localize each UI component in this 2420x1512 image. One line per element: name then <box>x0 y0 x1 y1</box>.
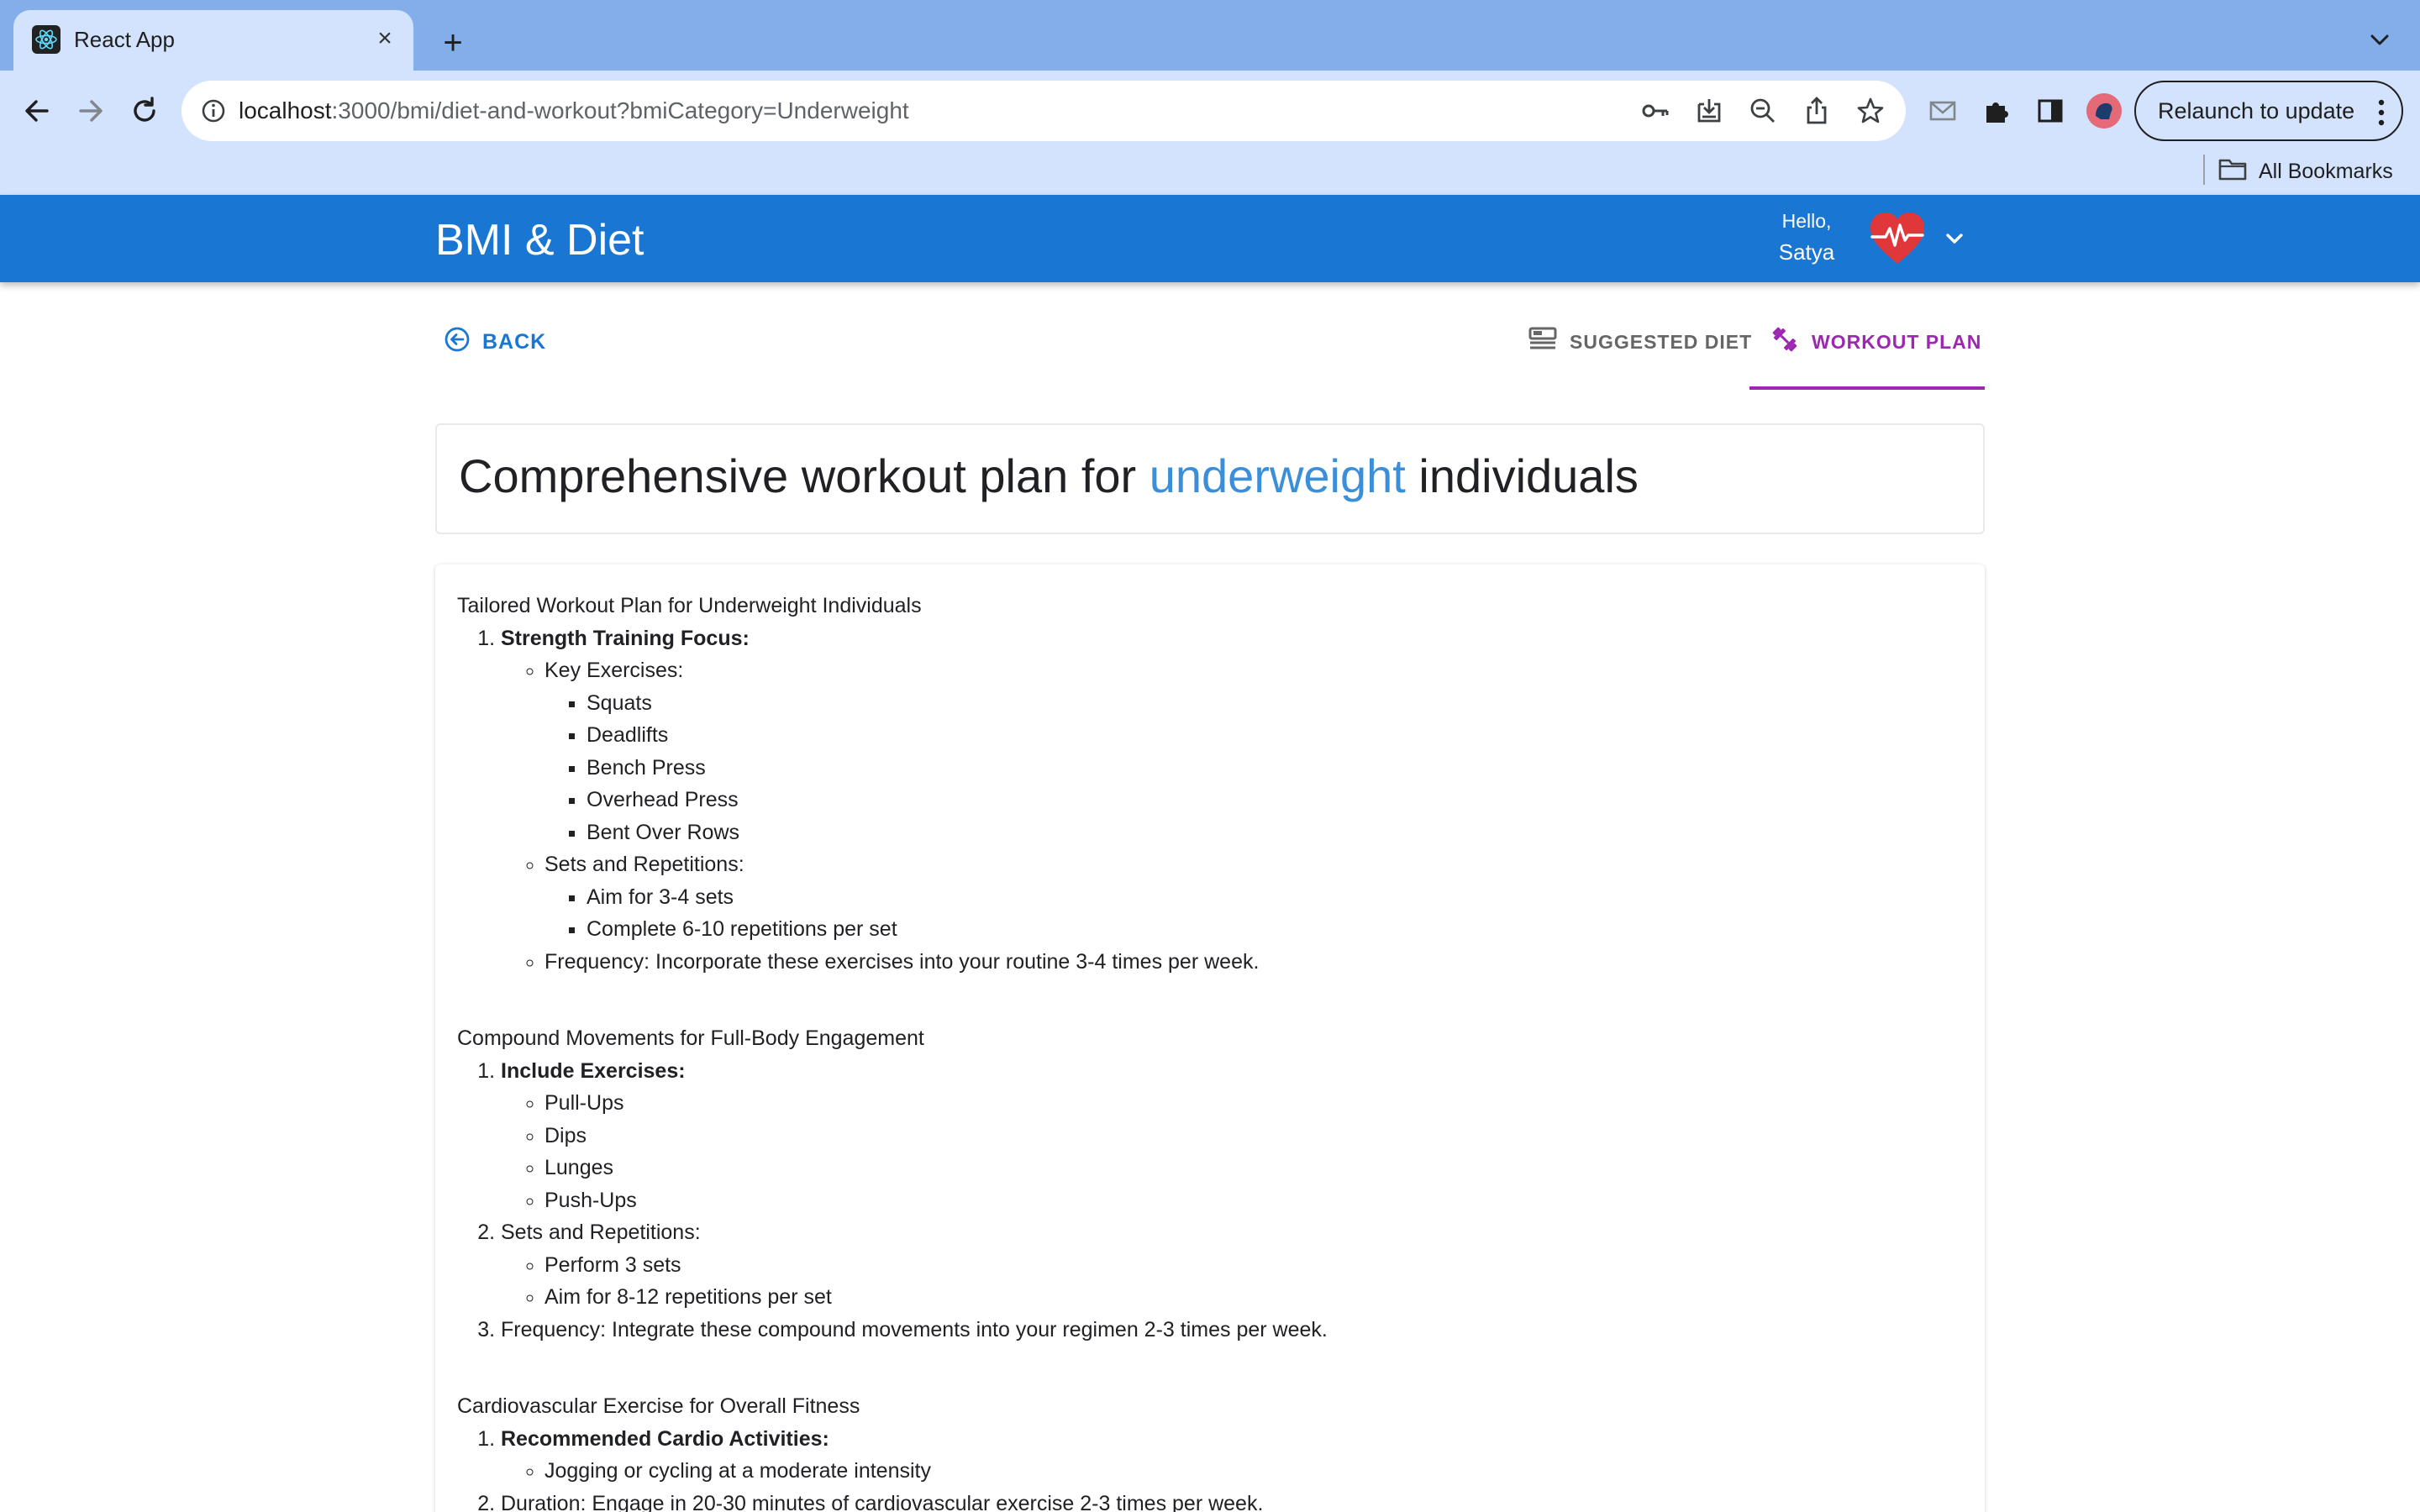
all-bookmarks-label: All Bookmarks <box>2259 159 2393 183</box>
list-item: Bench Press <box>587 752 1328 785</box>
browser-tab[interactable]: React App × <box>13 10 413 71</box>
browser-tabstrip: React App × + <box>0 0 2420 71</box>
list-item: Overhead Press <box>587 784 1328 816</box>
page-title-card: Comprehensive workout plan for underweig… <box>435 423 1985 534</box>
install-icon[interactable] <box>1692 94 1726 128</box>
plan-section: Compound Movements for Full-Body Engagem… <box>457 1022 1328 1346</box>
new-tab-icon[interactable]: + <box>430 20 476 66</box>
bookmark-star-icon[interactable] <box>1854 94 1887 128</box>
folder-icon <box>2218 157 2247 186</box>
list-item: Complete 6-10 repetitions per set <box>587 913 1328 946</box>
chrome-menu-icon[interactable] <box>2376 96 2386 129</box>
list-item: Include Exercises: Pull-Ups Dips Lunges … <box>501 1055 1328 1217</box>
section-title: Cardiovascular Exercise for Overall Fitn… <box>457 1394 860 1418</box>
workout-plan-content: Tailored Workout Plan for Underweight In… <box>457 590 1328 1512</box>
reload-icon[interactable] <box>121 87 168 134</box>
plan-section: Cardiovascular Exercise for Overall Fitn… <box>457 1390 1328 1512</box>
browser-tab-title: React App <box>74 27 175 52</box>
back-label: BACK <box>482 329 547 354</box>
tab-workout-plan[interactable]: WORKOUT PLAN <box>1770 323 1981 361</box>
list-item: Jogging or cycling at a moderate intensi… <box>544 1455 1328 1488</box>
bmi-category-highlight: underweight <box>1149 449 1406 502</box>
bookmarks-divider <box>2203 155 2205 185</box>
user-name: Satya <box>1778 239 1835 265</box>
key-icon[interactable] <box>1639 94 1672 128</box>
extensions-puzzle-icon[interactable] <box>1980 94 2013 128</box>
list-item: Aim for 8-12 repetitions per set <box>544 1281 1328 1314</box>
mail-extension-icon[interactable] <box>1926 94 1960 128</box>
fitness-dumbbell-icon <box>1770 324 1800 360</box>
list-item: Sets and Repetitions: Aim for 3-4 sets C… <box>544 848 1328 946</box>
workout-plan-card: Tailored Workout Plan for Underweight In… <box>435 564 1985 1512</box>
list-item: Key Exercises: Squats Deadlifts Bench Pr… <box>544 654 1328 848</box>
tab-suggested-diet[interactable]: SUGGESTED DIET <box>1528 323 1752 361</box>
tab-suggested-diet-label: SUGGESTED DIET <box>1570 330 1753 353</box>
site-info-icon[interactable] <box>197 94 230 128</box>
profile-avatar-icon[interactable] <box>2086 92 2123 129</box>
zoom-out-icon[interactable] <box>1746 94 1780 128</box>
relaunch-to-update-button[interactable]: Relaunch to update <box>2134 81 2403 141</box>
side-panel-icon[interactable] <box>2033 94 2067 128</box>
list-item: Lunges <box>544 1152 1328 1184</box>
section-title: Compound Movements for Full-Body Engagem… <box>457 1026 924 1050</box>
section-title: Tailored Workout Plan for Underweight In… <box>457 594 922 617</box>
forward-arrow-icon[interactable] <box>67 87 114 134</box>
list-item: Duration: Engage in 20-30 minutes of car… <box>501 1488 1328 1512</box>
tab-workout-plan-label: WORKOUT PLAN <box>1812 330 1982 353</box>
app-header: BMI & Diet Hello, Satya <box>0 195 2420 282</box>
active-tab-indicator <box>1749 386 1985 390</box>
list-item: Perform 3 sets <box>544 1249 1328 1282</box>
list-item: Frequency: Integrate these compound move… <box>501 1314 1328 1347</box>
app-brand-title[interactable]: BMI & Diet <box>435 215 644 265</box>
user-menu-chevron-icon[interactable] <box>1941 225 1968 252</box>
tab-search-chevron-icon[interactable] <box>2361 22 2398 59</box>
list-item: Aim for 3-4 sets <box>587 881 1328 914</box>
diet-dinner-icon <box>1528 326 1558 358</box>
heartbeat-avatar-icon[interactable] <box>1867 210 1928 267</box>
page-title: Comprehensive workout plan for underweig… <box>459 449 1639 502</box>
react-logo-icon <box>32 25 60 54</box>
list-item: Pull-Ups <box>544 1087 1328 1120</box>
share-icon[interactable] <box>1800 94 1833 128</box>
list-item: Deadlifts <box>587 719 1328 752</box>
address-bar[interactable]: localhost:3000/bmi/diet-and-workout?bmiC… <box>182 81 1906 141</box>
back-circle-arrow-icon <box>444 326 471 359</box>
url-text[interactable]: localhost:3000/bmi/diet-and-workout?bmiC… <box>239 97 909 124</box>
back-button[interactable]: BACK <box>444 323 546 361</box>
list-item: Frequency: Incorporate these exercises i… <box>544 946 1328 979</box>
browser-toolbar: localhost:3000/bmi/diet-and-workout?bmiC… <box>0 71 2420 195</box>
list-item: Strength Training Focus: Key Exercises: … <box>501 622 1328 979</box>
list-item: Squats <box>587 687 1328 720</box>
greeting-text: Hello, <box>1781 210 1832 232</box>
list-item: Recommended Cardio Activities: Jogging o… <box>501 1423 1328 1488</box>
back-arrow-icon[interactable] <box>13 87 60 134</box>
list-item: Push-Ups <box>544 1184 1328 1217</box>
close-tab-icon[interactable]: × <box>368 22 402 55</box>
all-bookmarks-button[interactable]: All Bookmarks <box>2218 153 2393 190</box>
list-item: Dips <box>544 1120 1328 1152</box>
relaunch-label: Relaunch to update <box>2158 98 2355 123</box>
user-greeting: Hello, Satya <box>1773 210 1840 265</box>
list-item: Bent Over Rows <box>587 816 1328 849</box>
list-item: Sets and Repetitions: Perform 3 sets Aim… <box>501 1216 1328 1314</box>
plan-section: Tailored Workout Plan for Underweight In… <box>457 590 1328 978</box>
